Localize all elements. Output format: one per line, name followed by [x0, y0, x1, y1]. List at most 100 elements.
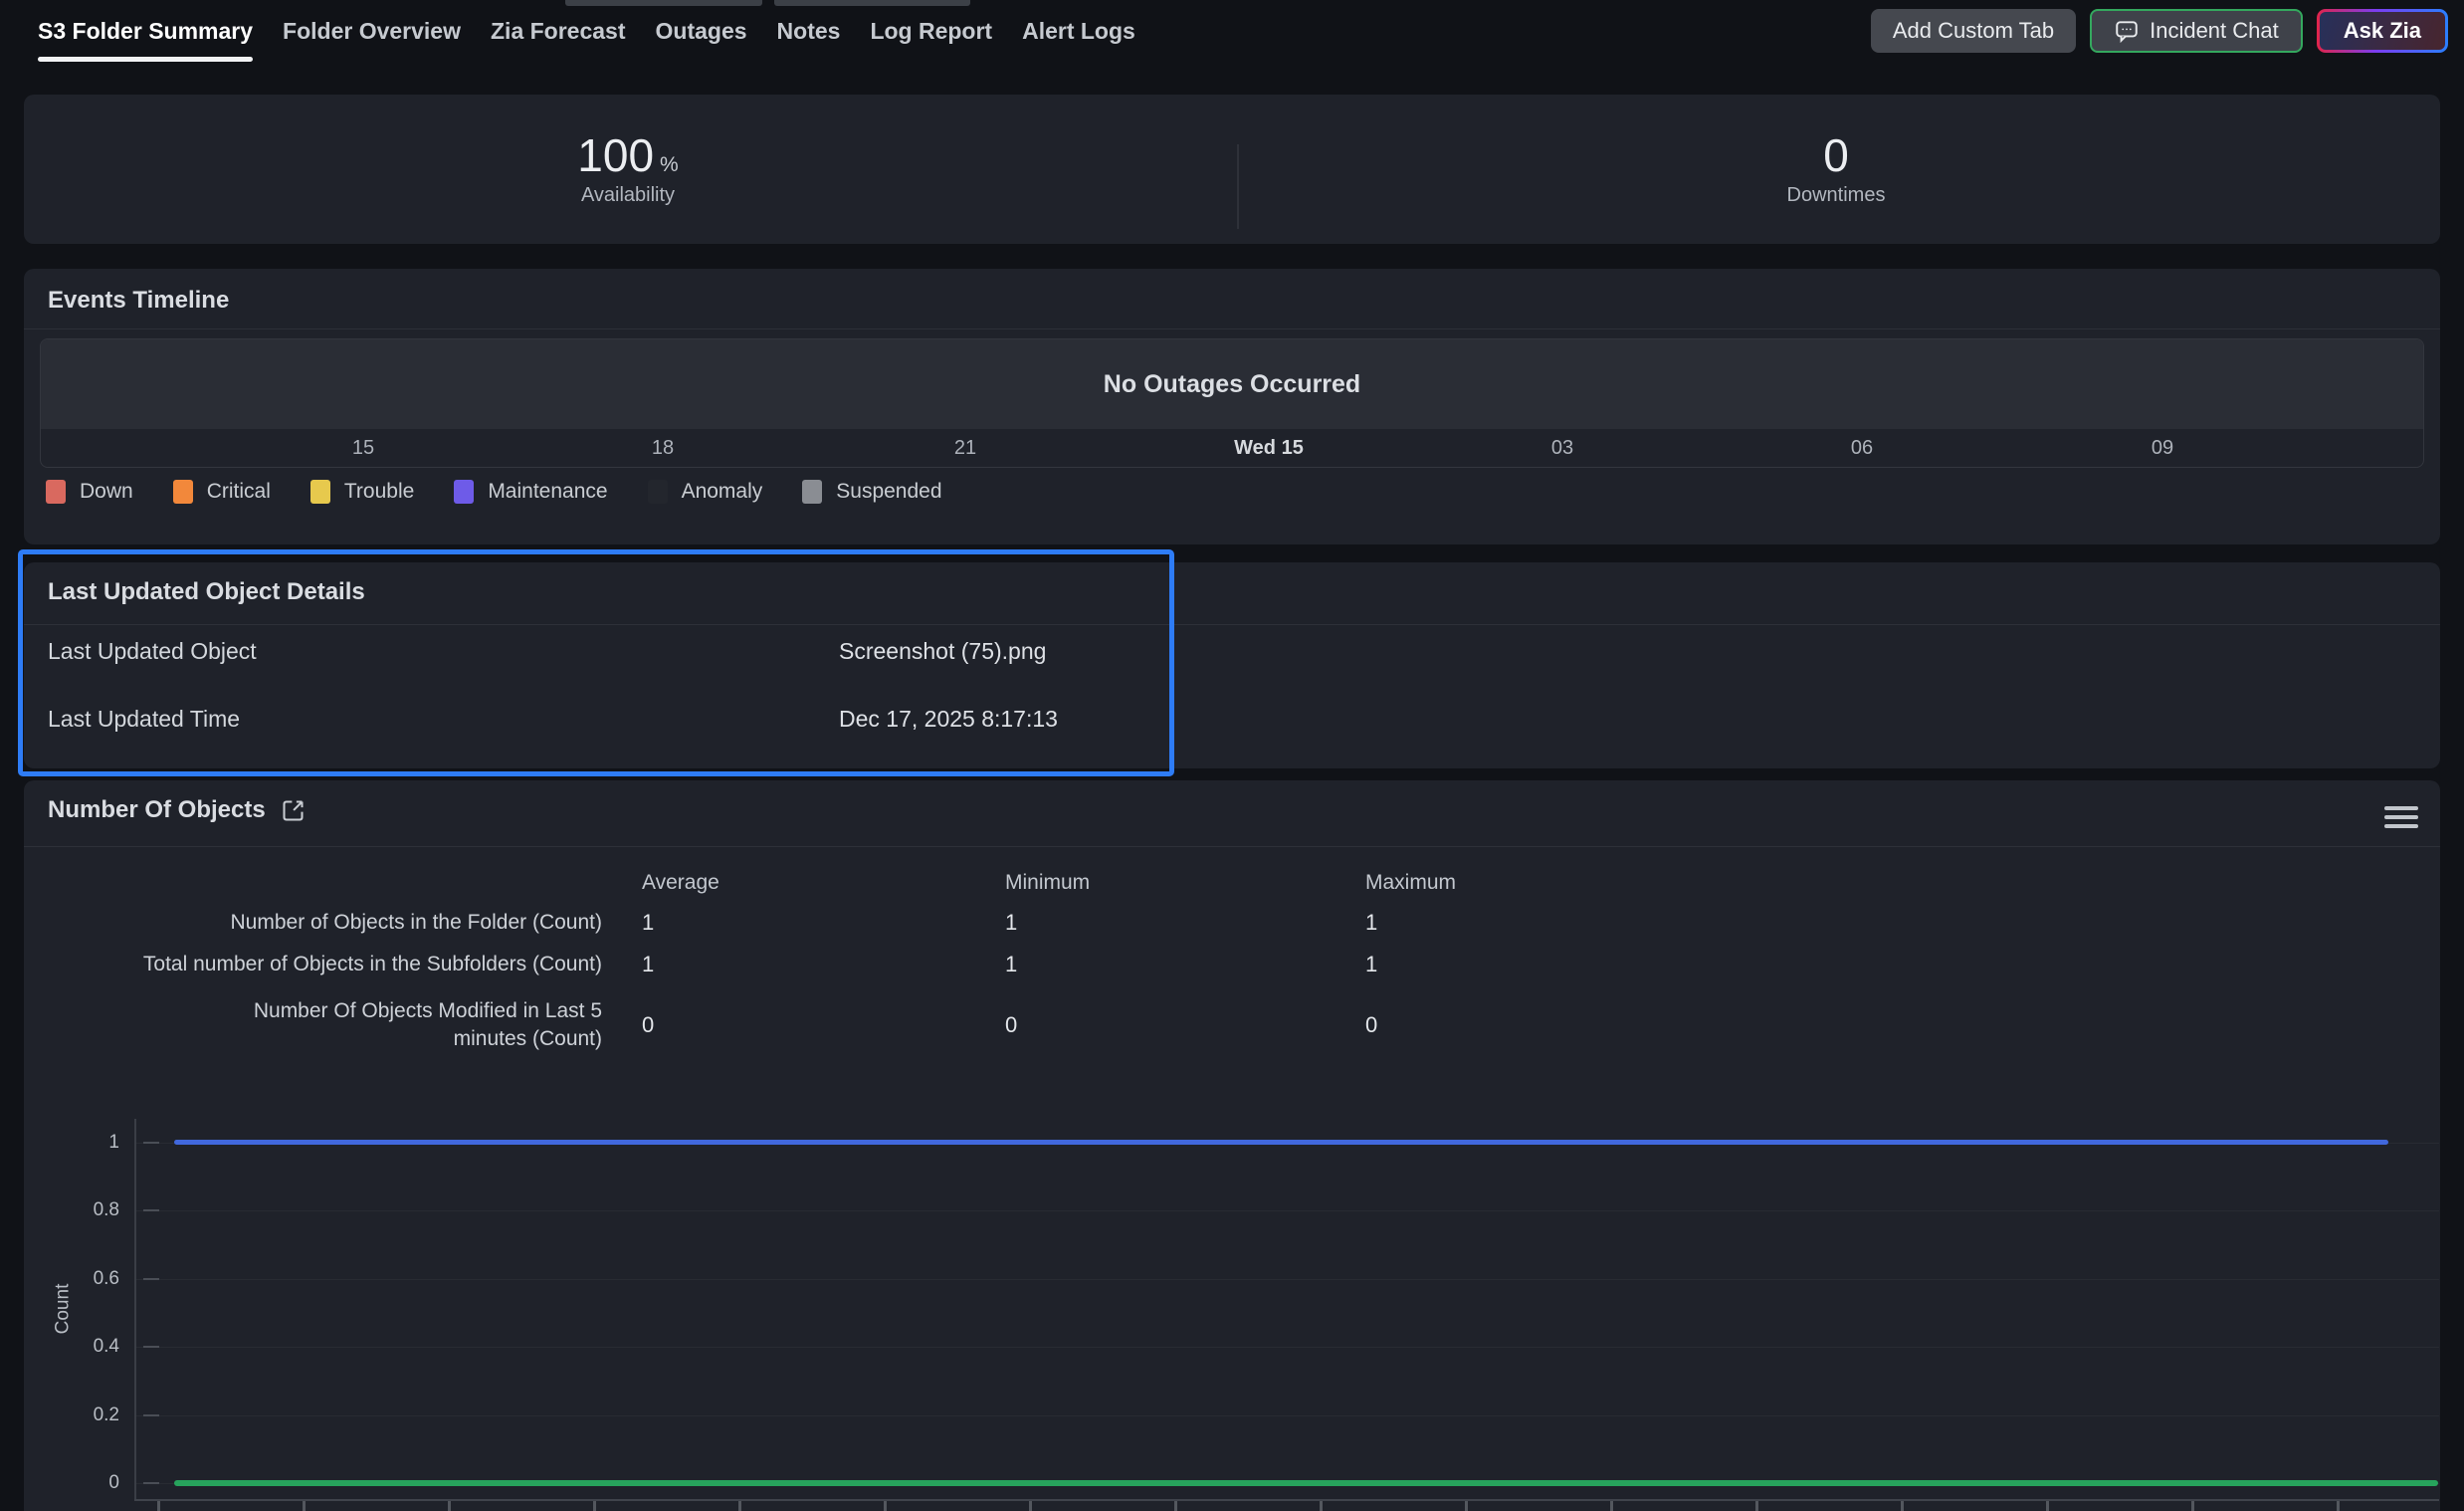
tab-folder-overview[interactable]: Folder Overview: [283, 0, 461, 62]
x-tick: [2046, 1501, 2049, 1511]
number-of-objects-panel: Number Of Objects Average Minimum Maximu…: [24, 780, 2440, 1511]
legend-item-down[interactable]: Down: [46, 480, 133, 504]
last-updated-object-value: Screenshot (75).png: [839, 638, 1046, 665]
events-timeline-title: Events Timeline: [48, 287, 229, 315]
x-tick: [884, 1501, 887, 1511]
add-custom-tab-button[interactable]: Add Custom Tab: [1871, 9, 2076, 53]
y-tick-dash: [143, 1278, 159, 1280]
tab-outages[interactable]: Outages: [656, 0, 747, 62]
objects-stat-table: Average Minimum Maximum Number of Object…: [24, 864, 2440, 1065]
availability-value: 100%: [577, 132, 678, 178]
events-timeline-panel: Events Timeline No Outages Occurred 15 1…: [24, 269, 2440, 544]
maintenance-swatch: [454, 480, 474, 504]
incident-chat-label: Incident Chat: [2150, 18, 2279, 44]
col-average: Average: [602, 871, 965, 895]
col-maximum: Maximum: [1326, 871, 2440, 895]
y-axis-label: Count: [52, 1284, 74, 1335]
y-tick: 0.2: [60, 1404, 119, 1426]
down-swatch: [46, 480, 66, 504]
x-tick: [1610, 1501, 1613, 1511]
y-tick: 0: [60, 1472, 119, 1494]
chat-bubble-icon: [2114, 18, 2140, 44]
x-tick: [593, 1501, 596, 1511]
tab-log-report[interactable]: Log Report: [870, 0, 992, 62]
expand-chart-icon[interactable]: [280, 797, 307, 824]
nav-actions: Add Custom Tab Incident Chat Ask Zia: [1871, 8, 2448, 54]
series-line-blue: [174, 1140, 2388, 1145]
y-tick-dash: [143, 1414, 159, 1416]
last-updated-panel: Last Updated Object Details Last Updated…: [24, 562, 2440, 768]
tab-list: S3 Folder Summary Folder Overview Zia Fo…: [38, 0, 1135, 62]
gridline: [134, 1210, 2439, 1211]
critical-swatch: [173, 480, 193, 504]
last-updated-object-label: Last Updated Object: [48, 638, 257, 665]
legend-item-suspended[interactable]: Suspended: [802, 480, 941, 504]
timeline-tick: 18: [652, 437, 674, 460]
x-tick: [738, 1501, 741, 1511]
timeline-tick-day: Wed 15: [1234, 437, 1304, 460]
x-tick: [1901, 1501, 1904, 1511]
suspended-swatch: [802, 480, 822, 504]
events-legend: Down Critical Trouble Maintenance Anomal…: [46, 480, 942, 504]
x-axis-line: [134, 1499, 2439, 1501]
y-tick: 1: [60, 1132, 119, 1154]
timeline-tick: 09: [2152, 437, 2173, 460]
gridline: [134, 1279, 2439, 1280]
availability-stat: 100% Availability: [24, 95, 1232, 244]
y-tick: 0.4: [60, 1336, 119, 1358]
tab-notes[interactable]: Notes: [777, 0, 841, 62]
x-tick: [1174, 1501, 1177, 1511]
timeline-tick: 21: [954, 437, 976, 460]
x-tick: [1465, 1501, 1468, 1511]
x-tick: [157, 1501, 160, 1511]
timeline-axis: 15 18 21 Wed 15 03 06 09: [41, 429, 2423, 468]
table-row: Number Of Objects Modified in Last 5 min…: [24, 985, 2440, 1065]
y-tick-dash: [143, 1209, 159, 1211]
tab-alert-logs[interactable]: Alert Logs: [1022, 0, 1135, 62]
y-tick: 0.6: [60, 1268, 119, 1290]
objects-line-chart[interactable]: Count 1 0.8 0.6 0.4 0.2 0: [24, 1109, 2440, 1511]
legend-item-anomaly[interactable]: Anomaly: [648, 480, 763, 504]
events-timeline-divider: [24, 328, 2440, 329]
downtimes-stat: 0 Downtimes: [1232, 95, 2440, 244]
x-tick: [1320, 1501, 1323, 1511]
incident-chat-button[interactable]: Incident Chat: [2090, 9, 2303, 53]
number-of-objects-header: Number Of Objects: [48, 796, 307, 824]
stats-divider: [1237, 144, 1239, 229]
downtimes-value: 0: [1823, 132, 1849, 178]
last-updated-time-label: Last Updated Time: [48, 706, 240, 733]
gridline: [134, 1415, 2439, 1416]
last-updated-title: Last Updated Object Details: [48, 578, 365, 606]
gridline: [134, 1347, 2439, 1348]
x-tick: [1029, 1501, 1032, 1511]
tab-s3-folder-summary[interactable]: S3 Folder Summary: [38, 0, 253, 62]
timeline-tick: 03: [1551, 437, 1573, 460]
x-tick: [303, 1501, 306, 1511]
tab-zia-forecast[interactable]: Zia Forecast: [491, 0, 626, 62]
trouble-swatch: [310, 480, 330, 504]
y-tick: 0.8: [60, 1199, 119, 1221]
y-tick-dash: [143, 1482, 159, 1484]
anomaly-swatch: [648, 480, 668, 504]
table-row: Number of Objects in the Folder (Count) …: [24, 902, 2440, 944]
downtimes-label: Downtimes: [1787, 184, 1886, 207]
legend-item-maintenance[interactable]: Maintenance: [454, 480, 607, 504]
ask-zia-label: Ask Zia: [2344, 18, 2421, 44]
timeline-tick: 06: [1851, 437, 1873, 460]
no-outages-band: No Outages Occurred: [41, 339, 2423, 429]
availability-label: Availability: [581, 184, 675, 207]
top-tab-bar: S3 Folder Summary Folder Overview Zia Fo…: [0, 0, 2464, 62]
legend-item-critical[interactable]: Critical: [173, 480, 271, 504]
series-line-green: [174, 1480, 2438, 1486]
number-of-objects-divider: [24, 846, 2440, 847]
chart-menu-icon[interactable]: [2384, 806, 2418, 828]
y-tick-dash: [143, 1346, 159, 1348]
table-row: Total number of Objects in the Subfolder…: [24, 944, 2440, 985]
events-timeline-chart[interactable]: No Outages Occurred 15 18 21 Wed 15 03 0…: [40, 338, 2424, 468]
y-tick-dash: [143, 1142, 159, 1144]
y-axis-line: [134, 1119, 136, 1501]
legend-item-trouble[interactable]: Trouble: [310, 480, 414, 504]
summary-stats-panel: 100% Availability 0 Downtimes: [24, 95, 2440, 244]
col-minimum: Minimum: [965, 871, 1326, 895]
ask-zia-button[interactable]: Ask Zia: [2317, 9, 2448, 53]
